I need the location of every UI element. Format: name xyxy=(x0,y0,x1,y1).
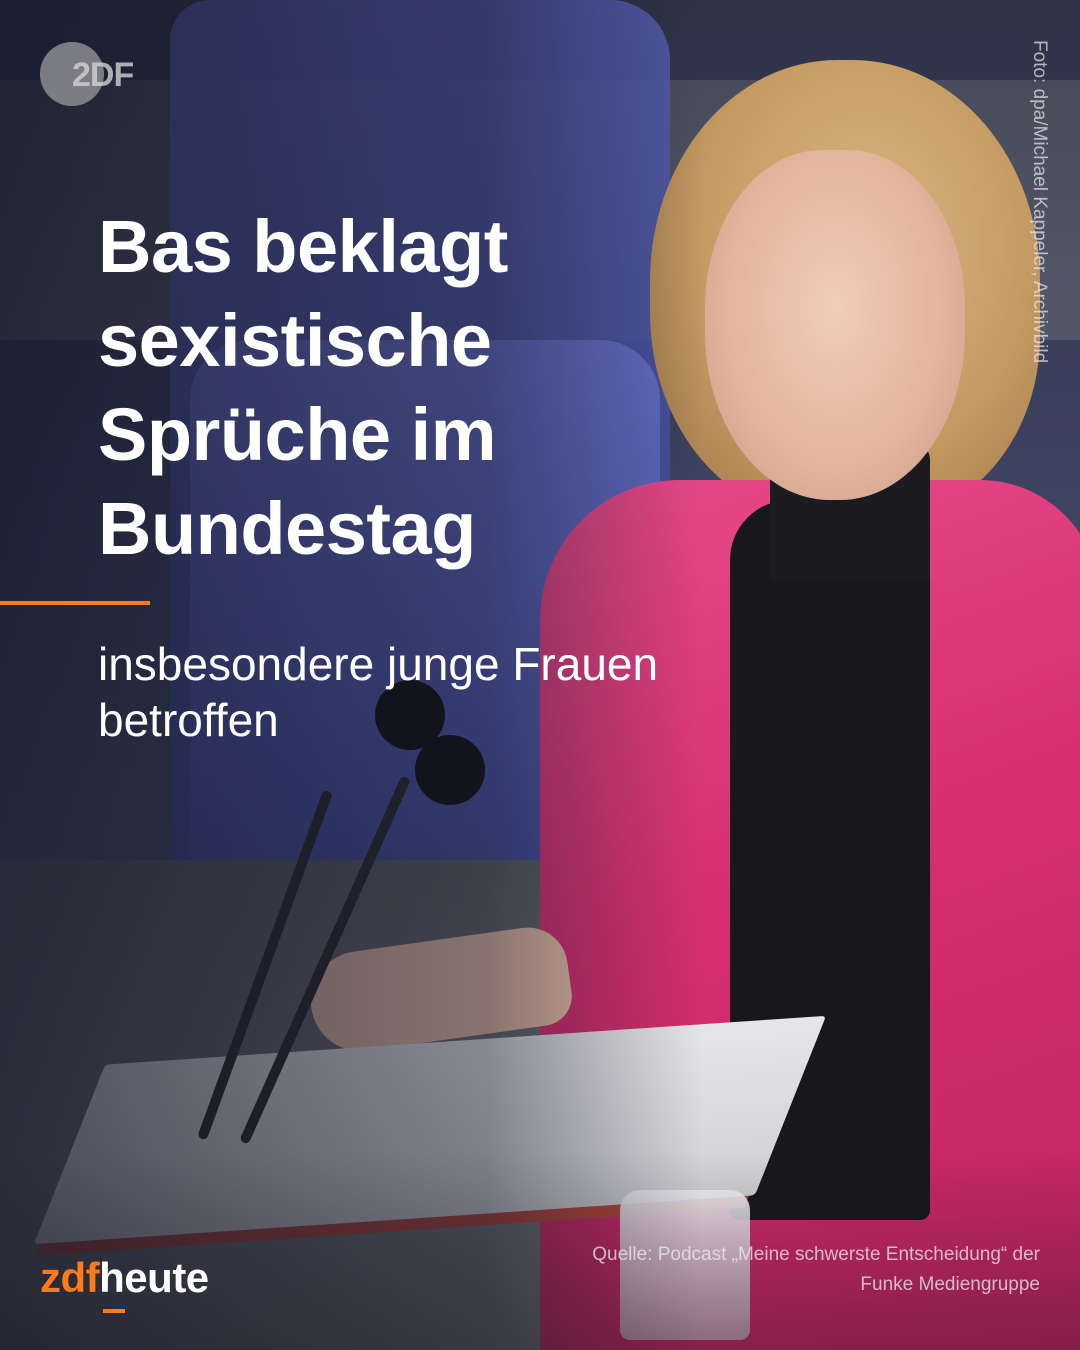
photo-credit: Foto: dpa/Michael Kappeler, Archivbild xyxy=(1029,40,1050,364)
accent-divider xyxy=(0,601,150,605)
zdfheute-logo: zdfheute xyxy=(40,1254,209,1302)
headline: Bas beklagt sexistische Sprüche im Bunde… xyxy=(98,205,508,570)
subline: insbesondere junge Frauen betroffen xyxy=(98,638,659,746)
source-note: Quelle: Podcast „Meine schwerste Entsche… xyxy=(592,1244,1040,1295)
brand-zdf: zdf xyxy=(40,1254,100,1301)
zdf-logo-icon: 2DF xyxy=(40,42,134,106)
zdf-logo-text: 2DF xyxy=(72,56,134,94)
brand-heute: heute xyxy=(99,1254,209,1301)
